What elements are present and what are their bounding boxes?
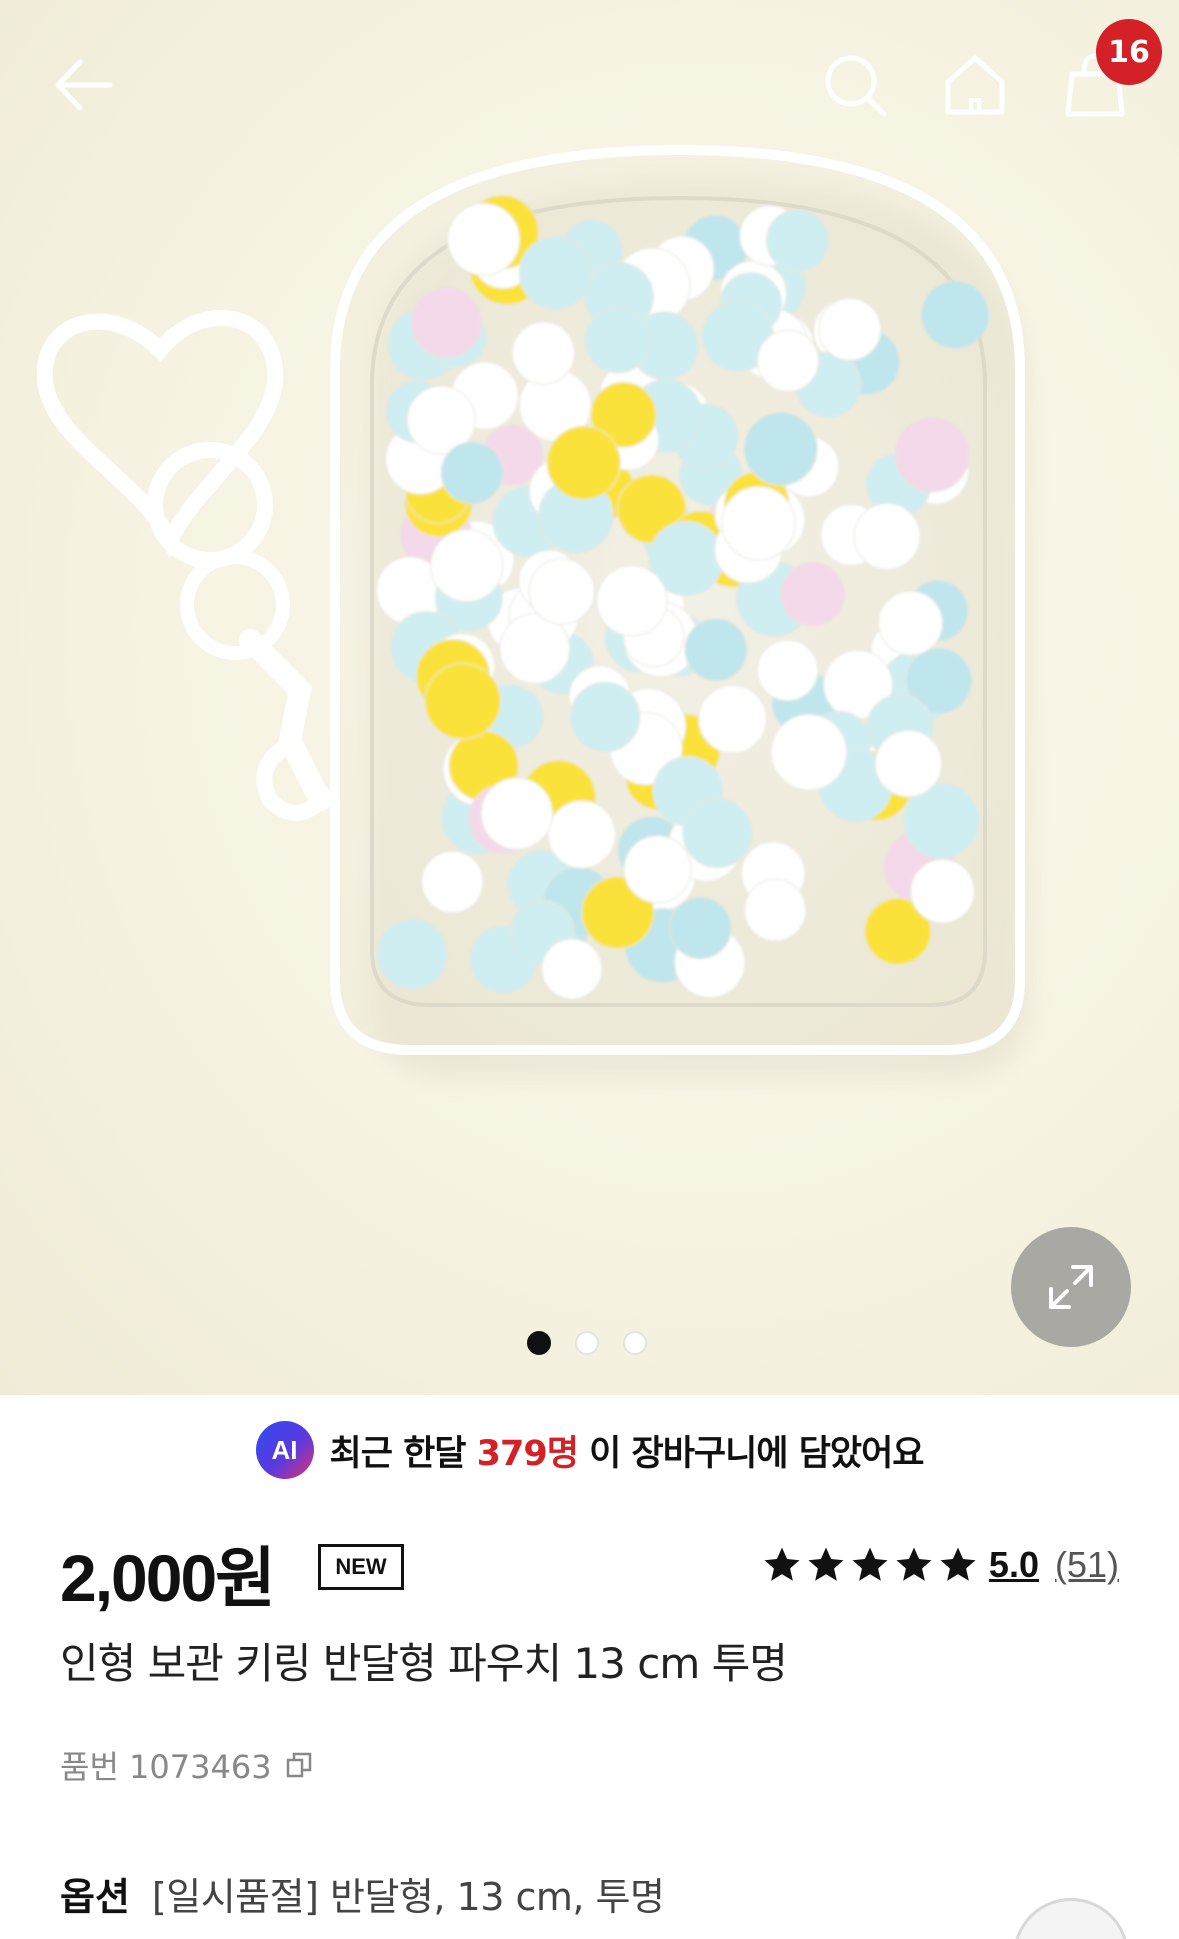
product-photo (36, 144, 1030, 1078)
pompom (623, 835, 692, 904)
pompom (421, 850, 484, 914)
product-rating[interactable]: 5.0 (51) (761, 1544, 1119, 1586)
ai-cart-insight-banner: AI 최근 한달 379명 이 장바구니에 담았어요 (0, 1420, 1179, 1480)
pompom (376, 918, 448, 990)
star-icon (940, 1547, 976, 1581)
pompom (853, 502, 921, 571)
cart-count-badge: 16 (1096, 19, 1162, 85)
pompom (596, 565, 668, 637)
pompom (518, 235, 593, 310)
pompom (780, 561, 846, 627)
pompom (766, 209, 829, 273)
pompom (669, 896, 732, 960)
search-button[interactable] (810, 40, 900, 130)
arrow-left-icon (55, 59, 113, 111)
pompom (920, 280, 990, 350)
option-value: [일시품절] 반달형, 13 cm, 투명 (151, 1875, 665, 1919)
sku-text: 품번 1073463 (60, 1748, 272, 1786)
pagination-dot[interactable] (623, 1331, 647, 1355)
pompom (480, 777, 553, 850)
new-tag: NEW (318, 1544, 404, 1590)
ai-badge-icon: AI (255, 1421, 314, 1479)
home-button[interactable] (930, 40, 1020, 130)
pompom (584, 306, 652, 374)
star-icon (808, 1547, 844, 1581)
pompom (721, 486, 796, 561)
pompom (511, 321, 576, 385)
pompom (684, 618, 748, 682)
pompom (743, 878, 807, 942)
home-icon (945, 55, 1005, 115)
pompom (894, 417, 970, 493)
cart-count-highlight: 379명 (476, 1433, 579, 1474)
pompom (756, 639, 819, 702)
star-icon (896, 1547, 932, 1581)
expand-icon (1049, 1265, 1093, 1309)
product-option[interactable]: 옵션 [일시품절] 반달형, 13 cm, 투명 (60, 1866, 665, 1921)
pagination-dot[interactable] (575, 1331, 599, 1355)
back-button[interactable] (38, 40, 128, 130)
product-title: 인형 보관 키링 반달형 파우치 13 cm 투명 (60, 1639, 788, 1688)
expand-image-button[interactable] (1011, 1227, 1131, 1347)
pagination-dot-active[interactable] (527, 1331, 551, 1355)
pompom (410, 286, 483, 359)
pompom (756, 329, 820, 392)
pompom (682, 798, 753, 868)
product-price: 2,000원 (60, 1541, 276, 1615)
pompom (818, 297, 882, 361)
product-sku: 품번 1073463 (60, 1742, 314, 1788)
floating-scroll-button[interactable] (1013, 1898, 1129, 1939)
pompom (910, 858, 975, 924)
pompom (878, 590, 943, 656)
rating-stars (761, 1544, 979, 1586)
rating-score: 5.0 (988, 1544, 1039, 1585)
pompom (546, 425, 621, 500)
gallery-pagination (527, 1331, 647, 1355)
pompom (547, 800, 616, 869)
option-label: 옵션 (60, 1875, 130, 1919)
pompom (770, 713, 848, 791)
star-icon (764, 1547, 800, 1581)
pompom (430, 529, 504, 603)
pompom (528, 558, 595, 625)
search-icon (825, 55, 887, 117)
pompom (743, 412, 818, 486)
product-image-gallery[interactable]: 16 (0, 0, 1179, 1395)
pompom (874, 729, 943, 798)
review-count-link[interactable]: (51) (1055, 1544, 1119, 1586)
ai-banner-text: 최근 한달 379명 이 장바구니에 담았어요 (329, 1433, 925, 1474)
pompom (570, 681, 641, 753)
pompom (541, 938, 603, 1000)
pompom (447, 202, 521, 276)
pompom (440, 441, 504, 505)
star-icon (852, 1547, 888, 1581)
pompom (698, 684, 767, 754)
pompom (424, 663, 502, 740)
copy-icon[interactable] (284, 1750, 314, 1780)
